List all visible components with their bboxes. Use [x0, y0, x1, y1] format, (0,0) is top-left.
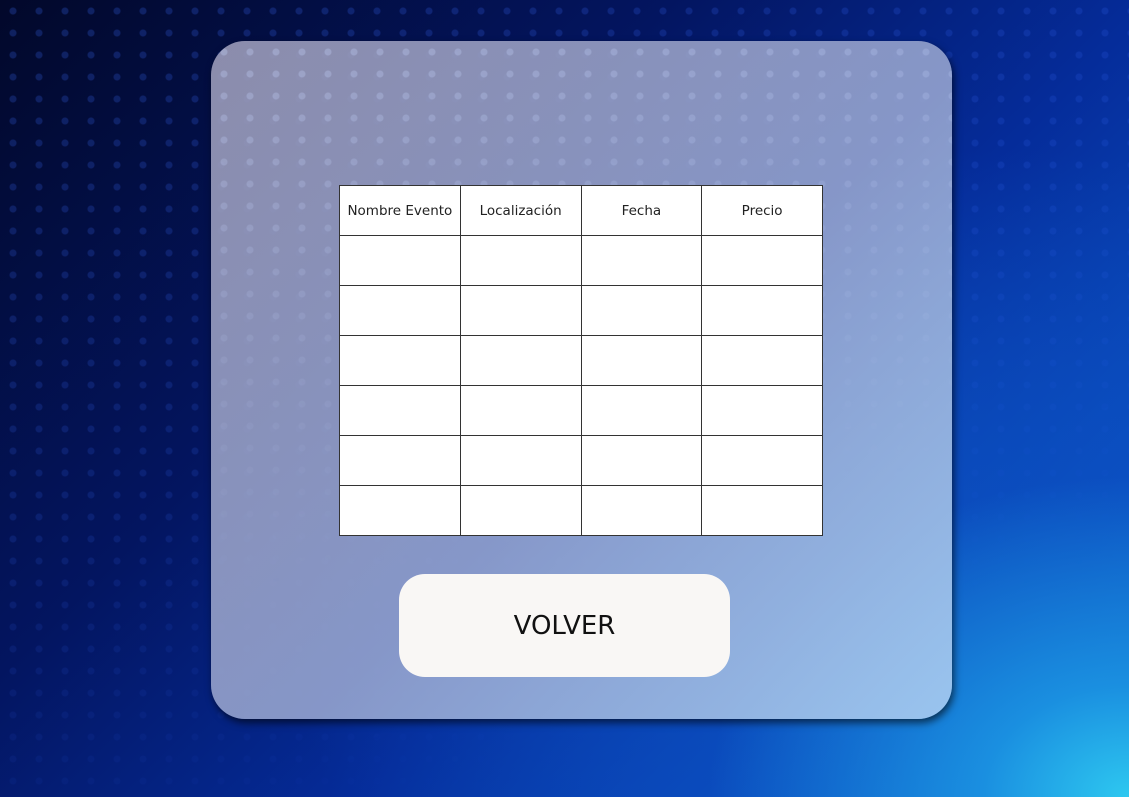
table-cell — [339, 485, 461, 536]
table-cell — [580, 235, 703, 286]
table-cell — [580, 285, 703, 336]
column-header-fecha: Fecha — [580, 185, 703, 236]
volver-button[interactable]: VOLVER — [399, 574, 730, 677]
table-row — [339, 485, 823, 536]
table-cell — [580, 385, 703, 436]
table-cell — [459, 435, 582, 486]
table-cell — [580, 335, 703, 386]
table-cell — [339, 235, 461, 286]
table-cell — [339, 435, 461, 486]
table-cell — [339, 285, 461, 336]
events-table: Nombre Evento Localización Fecha Precio — [339, 185, 823, 536]
table-cell — [459, 235, 582, 286]
table-cell — [339, 385, 461, 436]
column-header-nombre-evento: Nombre Evento — [339, 185, 461, 236]
table-cell — [701, 485, 823, 536]
table-cell — [701, 385, 823, 436]
table-row — [339, 385, 823, 436]
table-cell — [701, 235, 823, 286]
table-row — [339, 235, 823, 286]
table-cell — [339, 335, 461, 386]
table-cell — [459, 485, 582, 536]
table-row — [339, 435, 823, 486]
table-cell — [701, 335, 823, 386]
column-header-precio: Precio — [701, 185, 823, 236]
table-cell — [580, 435, 703, 486]
table-cell — [701, 285, 823, 336]
table-cell — [701, 435, 823, 486]
table-header-row: Nombre Evento Localización Fecha Precio — [339, 185, 823, 236]
table-cell — [580, 485, 703, 536]
table-cell — [459, 285, 582, 336]
table-cell — [459, 385, 582, 436]
column-header-localizacion: Localización — [459, 185, 582, 236]
table-cell — [459, 335, 582, 386]
events-panel: Nombre Evento Localización Fecha Precio — [211, 41, 952, 719]
table-row — [339, 285, 823, 336]
table-row — [339, 335, 823, 386]
